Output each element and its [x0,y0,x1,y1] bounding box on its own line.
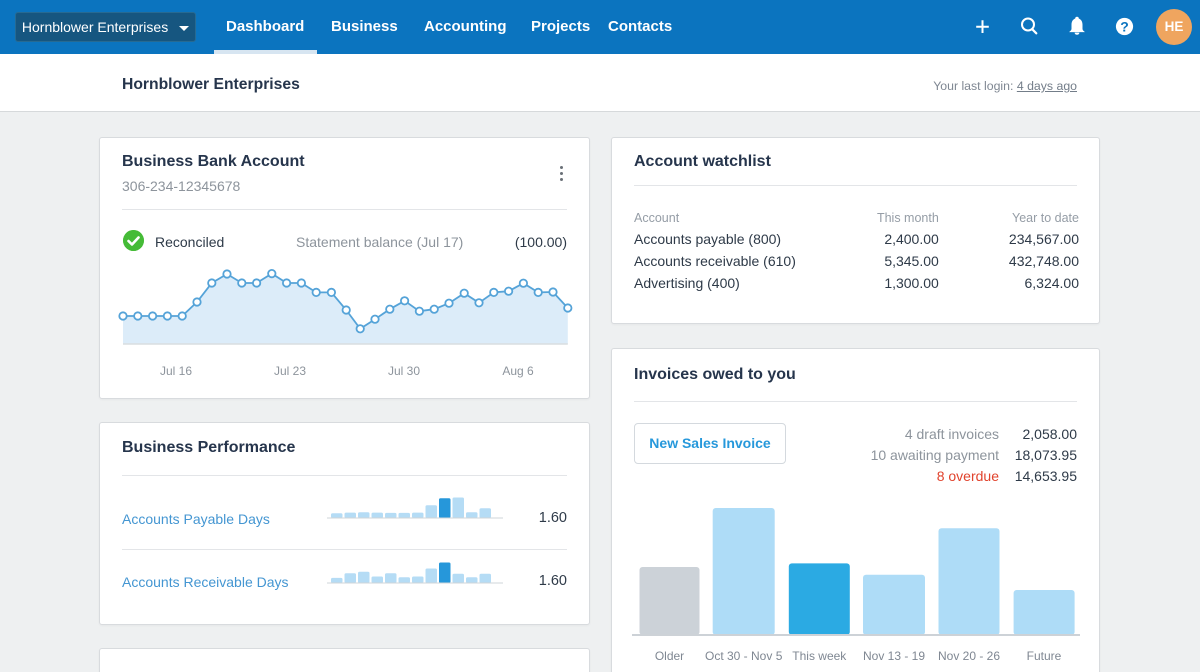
svg-text:?: ? [1120,19,1129,35]
